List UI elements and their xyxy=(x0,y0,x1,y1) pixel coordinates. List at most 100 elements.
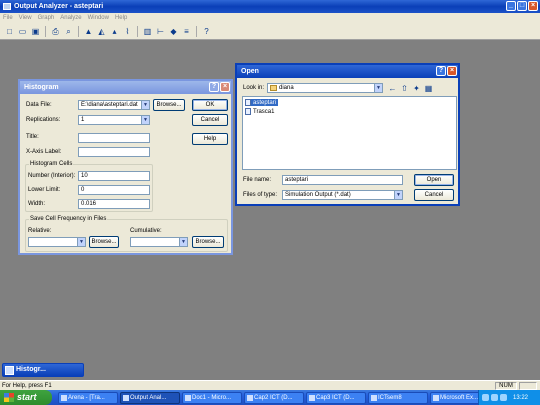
menu-help[interactable]: Help xyxy=(115,13,127,24)
taskbar-item-cap3[interactable]: Cap3 ICT (D... xyxy=(306,391,366,404)
clock: 13:22 xyxy=(513,394,529,401)
tray-icon[interactable] xyxy=(482,394,489,401)
chevron-down-icon: ▼ xyxy=(179,238,187,246)
open-help-title-button[interactable]: ? xyxy=(436,66,446,76)
new-icon[interactable]: □ xyxy=(4,26,15,37)
open-folder-icon[interactable]: ▭ xyxy=(17,26,28,37)
window-icon xyxy=(5,366,14,375)
num-indicator: NUM xyxy=(495,382,517,390)
open-dialog: Open ? × Look in: diana ▼ ← ⇧ ✦ ▦ astepta… xyxy=(235,63,460,206)
histogram-close-button[interactable]: × xyxy=(220,82,230,92)
app-icon xyxy=(61,394,67,401)
close-button[interactable]: × xyxy=(528,1,538,11)
chevron-down-icon: ▼ xyxy=(77,238,85,246)
app-icon xyxy=(3,3,11,10)
menu-file[interactable]: File xyxy=(3,13,13,24)
xaxis-label: X-Axis Label: xyxy=(26,149,62,155)
graph4-icon[interactable]: ⌇ xyxy=(122,26,133,37)
open-close-button[interactable]: × xyxy=(447,66,457,76)
histogram-title: Histogram xyxy=(24,84,59,91)
filetype-select[interactable]: Simulation Output (*.dat) ▼ xyxy=(282,190,403,200)
replications-label: Replications: xyxy=(26,117,61,123)
view-menu-icon[interactable]: ▦ xyxy=(423,83,434,94)
help-button[interactable]: Help xyxy=(192,133,228,145)
ok-button[interactable]: OK xyxy=(192,99,228,111)
menu-analyze[interactable]: Analyze xyxy=(60,13,81,24)
relative-select[interactable]: ▼ xyxy=(28,237,86,247)
file-icon xyxy=(245,108,251,115)
word-icon xyxy=(309,394,315,401)
back-arrow-icon[interactable]: ← xyxy=(387,83,398,94)
save-frequency-title: Save Cell Frequency in Files xyxy=(29,216,108,222)
graph3-icon[interactable]: ▴ xyxy=(109,26,120,37)
cancel-button[interactable]: Cancel xyxy=(192,114,228,126)
filename-input[interactable]: asteptari xyxy=(282,175,403,185)
xaxis-input[interactable] xyxy=(78,147,150,157)
chevron-down-icon: ▼ xyxy=(141,101,149,109)
filename-label: File name: xyxy=(243,177,272,183)
tray-icon[interactable] xyxy=(500,394,507,401)
cumulative-label: Cumulative: xyxy=(130,228,162,234)
menu-window[interactable]: Window xyxy=(88,13,109,24)
taskbar-item-arena[interactable]: Arena - [Tra... xyxy=(58,391,118,404)
maximize-button[interactable]: □ xyxy=(517,1,527,11)
open-title: Open xyxy=(241,68,259,75)
word-icon xyxy=(247,394,253,401)
up-folder-icon[interactable]: ⇧ xyxy=(399,83,410,94)
title-input[interactable] xyxy=(78,133,150,143)
minimize-button[interactable]: _ xyxy=(506,1,516,11)
graph2-icon[interactable]: ◭ xyxy=(96,26,107,37)
tray-icon[interactable] xyxy=(491,394,498,401)
app-title: Output Analyzer - asteptari xyxy=(14,3,104,10)
print-preview-icon[interactable]: ⌕ xyxy=(63,26,74,37)
taskbar-item-cap2[interactable]: Cap2 ICT (D... xyxy=(244,391,304,404)
toolbar: □ ▭ ▣ ⎙ ⌕ ▲ ◭ ▴ ⌇ ▥ ⊢ ◆ ≡ ? xyxy=(0,24,540,40)
menu-graph[interactable]: Graph xyxy=(38,13,55,24)
list-item[interactable]: asteptari xyxy=(245,99,279,106)
minimized-title: Histogr... xyxy=(16,366,46,373)
point-icon[interactable]: ◆ xyxy=(168,26,179,37)
help-title-button[interactable]: ? xyxy=(209,82,219,92)
chevron-down-icon: ▼ xyxy=(374,84,382,92)
open-cancel-button[interactable]: Cancel xyxy=(414,189,454,201)
list-item[interactable]: Trasca1 xyxy=(245,108,274,115)
data-file-browse-button[interactable]: Browse... xyxy=(153,99,185,111)
number-input[interactable]: 10 xyxy=(78,171,150,181)
help-icon[interactable]: ? xyxy=(201,26,212,37)
cumulative-select[interactable]: ▼ xyxy=(130,237,188,247)
chevron-down-icon: ▼ xyxy=(141,116,149,124)
save-icon[interactable]: ▣ xyxy=(30,26,41,37)
status-bar: For Help, press F1 NUM xyxy=(0,380,540,390)
taskbar-item-ictsem8[interactable]: ICTsem8 xyxy=(368,391,428,404)
replications-select[interactable]: 1 ▼ xyxy=(78,115,150,125)
data-file-select[interactable]: E:\diana\asteptari.dat ▼ xyxy=(78,100,150,110)
new-folder-icon[interactable]: ✦ xyxy=(411,83,422,94)
print-icon[interactable]: ⎙ xyxy=(50,26,61,37)
plot-icon[interactable]: ⊢ xyxy=(155,26,166,37)
width-input[interactable]: 0.016 xyxy=(78,199,150,209)
status-text: For Help, press F1 xyxy=(2,383,52,389)
chart-icon[interactable]: ≡ xyxy=(181,26,192,37)
cumulative-browse-button[interactable]: Browse... xyxy=(192,236,224,248)
menu-bar: File View Graph Analyze Window Help xyxy=(0,13,540,24)
taskbar-item-doc1[interactable]: Doc1 - Micro... xyxy=(182,391,242,404)
number-label: Number (Interior): xyxy=(28,173,76,179)
status-panel xyxy=(519,382,537,390)
lower-limit-input[interactable]: 0 xyxy=(78,185,150,195)
open-button[interactable]: Open xyxy=(414,174,454,186)
histogram-icon[interactable]: ▥ xyxy=(142,26,153,37)
menu-view[interactable]: View xyxy=(19,13,32,24)
file-list: asteptari Trasca1 xyxy=(242,96,457,170)
start-button[interactable]: start xyxy=(0,390,52,405)
minimized-histogram-window[interactable]: Histogr... xyxy=(2,363,84,377)
word-icon xyxy=(185,394,191,401)
chevron-down-icon: ▼ xyxy=(394,191,402,199)
windows-logo-icon xyxy=(4,393,14,402)
relative-browse-button[interactable]: Browse... xyxy=(89,236,119,248)
taskbar-item-output-analyzer[interactable]: Output Anal... xyxy=(120,391,180,404)
histogram-title-bar: Histogram ? × xyxy=(20,81,231,94)
graph-icon[interactable]: ▲ xyxy=(83,26,94,37)
title-label: Title: xyxy=(26,134,39,140)
folder-icon xyxy=(371,394,377,401)
lookin-select[interactable]: diana ▼ xyxy=(267,83,383,93)
